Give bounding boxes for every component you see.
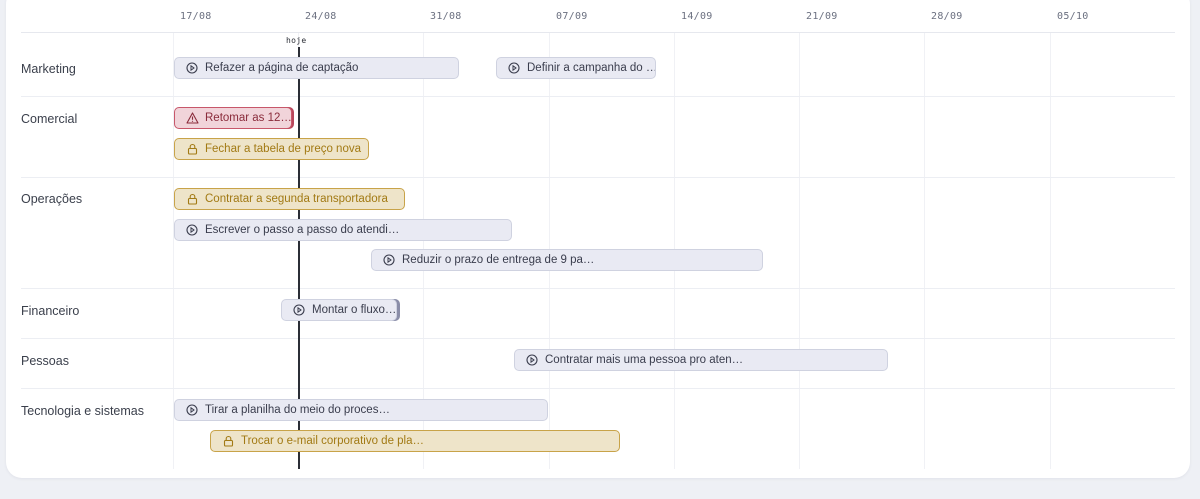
- task-label: Retomar as 12…: [205, 112, 292, 124]
- date-label: 31/08: [430, 11, 462, 22]
- task-bar[interactable]: Definir a campanha do …: [496, 57, 656, 79]
- play-circle-icon: [184, 402, 200, 418]
- play-circle-icon: [381, 252, 397, 268]
- warning-icon: [184, 110, 200, 126]
- group-label-financeiro: Financeiro: [21, 304, 80, 318]
- task-bar[interactable]: Reduzir o prazo de entrega de 9 pa…: [371, 249, 763, 271]
- task-label: Trocar o e-mail corporativo de pla…: [241, 435, 425, 447]
- group-label-marketing: Marketing: [21, 62, 76, 76]
- play-circle-icon: [184, 60, 200, 76]
- task-label: Escrever o passo a passo do atendi…: [205, 224, 400, 236]
- task-bar[interactable]: Contratar mais uma pessoa pro aten…: [514, 349, 888, 371]
- play-circle-icon: [524, 352, 540, 368]
- task-label: Contratar mais uma pessoa pro aten…: [545, 354, 744, 366]
- week-gridline: [924, 33, 925, 469]
- task-label: Montar o fluxo…: [312, 304, 397, 316]
- date-label: 05/10: [1057, 11, 1089, 22]
- task-label: Definir a campanha do …: [527, 62, 656, 74]
- date-label: 21/09: [806, 11, 838, 22]
- group-divider: [21, 388, 1175, 389]
- lock-icon: [184, 191, 200, 207]
- date-label: 17/08: [180, 11, 212, 22]
- date-label: 28/09: [931, 11, 963, 22]
- task-label: Refazer a página de captação: [205, 62, 359, 74]
- task-bar[interactable]: Contratar a segunda transportadora: [174, 188, 405, 210]
- task-label: Contratar a segunda transportadora: [205, 193, 388, 205]
- date-label: 14/09: [681, 11, 713, 22]
- date-label: 07/09: [556, 11, 588, 22]
- group-label-comercial: Comercial: [21, 112, 78, 126]
- task-bar[interactable]: Escrever o passo a passo do atendi…: [174, 219, 512, 241]
- task-label: Reduzir o prazo de entrega de 9 pa…: [402, 254, 595, 266]
- task-bar[interactable]: Refazer a página de captação: [174, 57, 459, 79]
- task-bar[interactable]: Trocar o e-mail corporativo de pla…: [210, 430, 620, 452]
- play-circle-icon: [506, 60, 522, 76]
- date-label: 24/08: [305, 11, 337, 22]
- today-marker-label: hoje: [286, 36, 307, 45]
- header-divider: [21, 32, 1175, 33]
- task-bar[interactable]: Fechar a tabela de preço nova: [174, 138, 369, 160]
- group-label-operacoes: Operações: [21, 192, 83, 206]
- group-divider: [21, 96, 1175, 97]
- task-bar[interactable]: Montar o fluxo…: [281, 299, 397, 321]
- play-circle-icon: [291, 302, 307, 318]
- task-bar[interactable]: Retomar as 12…: [174, 107, 292, 129]
- task-label: Tirar a planilha do meio do proces…: [205, 404, 390, 416]
- group-label-tecnologia: Tecnologia e sistemas: [21, 404, 144, 418]
- play-circle-icon: [184, 222, 200, 238]
- task-label: Fechar a tabela de preço nova: [205, 143, 361, 155]
- week-gridline: [1050, 33, 1051, 469]
- task-bar[interactable]: Tirar a planilha do meio do proces…: [174, 399, 548, 421]
- group-label-pessoas: Pessoas: [21, 354, 69, 368]
- group-divider: [21, 338, 1175, 339]
- lock-icon: [184, 141, 200, 157]
- week-gridline: [799, 33, 800, 469]
- group-divider: [21, 177, 1175, 178]
- lock-icon: [220, 433, 236, 449]
- group-divider: [21, 288, 1175, 289]
